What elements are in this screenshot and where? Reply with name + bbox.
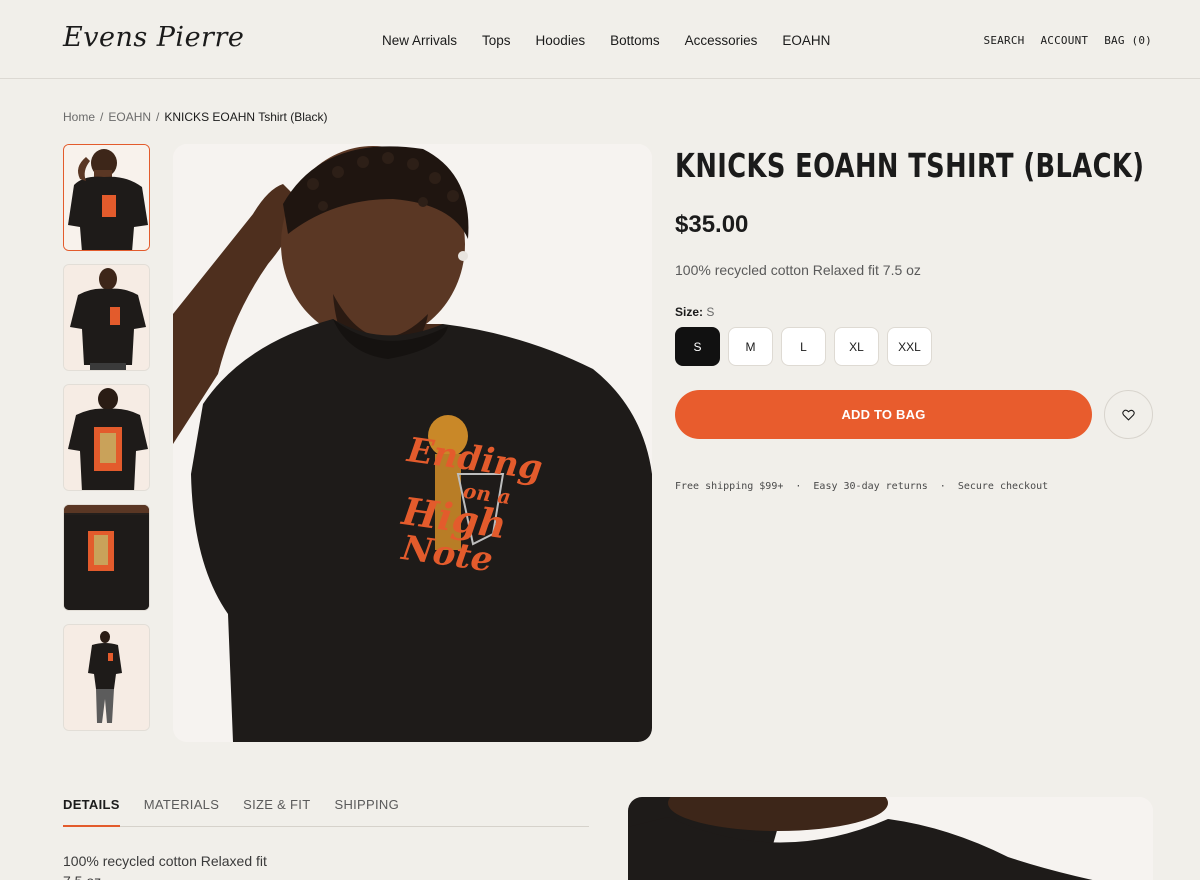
selected-size-value: S <box>706 305 715 319</box>
closeup-photo <box>628 797 1153 880</box>
size-selector: S M L XL XXL <box>675 327 932 366</box>
product-title: KNICKS EOAHN TSHIRT (BLACK) <box>675 146 1145 185</box>
main-product-image[interactable]: Ending on a High Note <box>173 144 652 742</box>
nav-bottoms[interactable]: Bottoms <box>610 33 660 48</box>
main-nav: New Arrivals Tops Hoodies Bottoms Access… <box>382 33 855 48</box>
header-utilities: SEARCH ACCOUNT BAG (0) <box>984 34 1152 47</box>
account-link[interactable]: ACCOUNT <box>1040 34 1088 47</box>
perk-free-shipping: Free shipping $99+ <box>675 481 784 492</box>
product-photo: Ending on a High Note <box>173 144 652 742</box>
shipping-perks: Free shipping $99+ · Easy 30-day returns… <box>675 481 1048 492</box>
breadcrumb-separator: / <box>156 110 160 124</box>
breadcrumb: Home / EOAHN / KNICKS EOAHN Tshirt (Blac… <box>63 110 328 124</box>
product-thumbnail[interactable] <box>63 624 150 731</box>
size-option-xxl[interactable]: XXL <box>887 327 932 366</box>
details-panel: 100% recycled cotton Relaxed fit 7.5 oz <box>63 851 267 880</box>
product-price: $35.00 <box>675 211 749 238</box>
bag-link[interactable]: BAG (0) <box>1104 34 1152 47</box>
product-info-tabs: DETAILS MATERIALS SIZE & FIT SHIPPING <box>63 797 589 827</box>
size-option-m[interactable]: M <box>728 327 773 366</box>
breadcrumb-home[interactable]: Home <box>63 110 95 124</box>
tab-materials[interactable]: MATERIALS <box>144 797 219 827</box>
heart-icon <box>1122 409 1135 421</box>
size-option-l[interactable]: L <box>781 327 826 366</box>
nav-eoahn[interactable]: EOAHN <box>782 33 830 48</box>
product-thumbnail[interactable] <box>63 144 150 251</box>
perk-secure-checkout: Secure checkout <box>957 481 1049 492</box>
size-label: Size: S <box>675 305 714 319</box>
site-header: Evens Pierre New Arrivals Tops Hoodies B… <box>0 0 1200 79</box>
nav-tops[interactable]: Tops <box>482 33 511 48</box>
brand-logo[interactable]: Evens Pierre <box>63 22 244 53</box>
secondary-product-image <box>628 797 1153 880</box>
tab-shipping[interactable]: SHIPPING <box>334 797 399 827</box>
product-description: 100% recycled cotton Relaxed fit 7.5 oz <box>675 262 921 278</box>
thumbnail-image-front-head-down <box>64 145 149 250</box>
tab-details[interactable]: DETAILS <box>63 797 120 827</box>
perk-separator: · <box>795 481 802 492</box>
size-label-text: Size: <box>675 305 704 319</box>
breadcrumb-collection[interactable]: EOAHN <box>108 110 151 124</box>
perk-separator: · <box>939 481 946 492</box>
nav-hoodies[interactable]: Hoodies <box>536 33 586 48</box>
nav-accessories[interactable]: Accessories <box>685 33 758 48</box>
product-thumbnail[interactable] <box>63 384 150 491</box>
product-thumbnail[interactable] <box>63 264 150 371</box>
thumbnail-image-back <box>64 385 149 490</box>
size-option-xl[interactable]: XL <box>834 327 879 366</box>
tab-size-fit[interactable]: SIZE & FIT <box>243 797 310 827</box>
product-thumbnail[interactable] <box>63 504 150 611</box>
thumbnail-image-side <box>64 505 149 610</box>
breadcrumb-separator: / <box>100 110 104 124</box>
thumbnail-image-walking <box>64 625 149 730</box>
size-option-s[interactable]: S <box>675 327 720 366</box>
search-link[interactable]: SEARCH <box>984 34 1025 47</box>
breadcrumb-current: KNICKS EOAHN Tshirt (Black) <box>164 110 328 124</box>
wishlist-button[interactable] <box>1104 390 1153 439</box>
thumbnail-image-front-standing <box>64 265 149 370</box>
add-to-bag-button[interactable]: ADD TO BAG <box>675 390 1092 439</box>
details-line: 100% recycled cotton Relaxed fit <box>63 853 267 869</box>
thumbnail-gallery <box>63 144 151 744</box>
nav-new-arrivals[interactable]: New Arrivals <box>382 33 457 48</box>
details-line: 7.5 oz <box>63 871 267 880</box>
perk-returns: Easy 30-day returns <box>813 481 928 492</box>
